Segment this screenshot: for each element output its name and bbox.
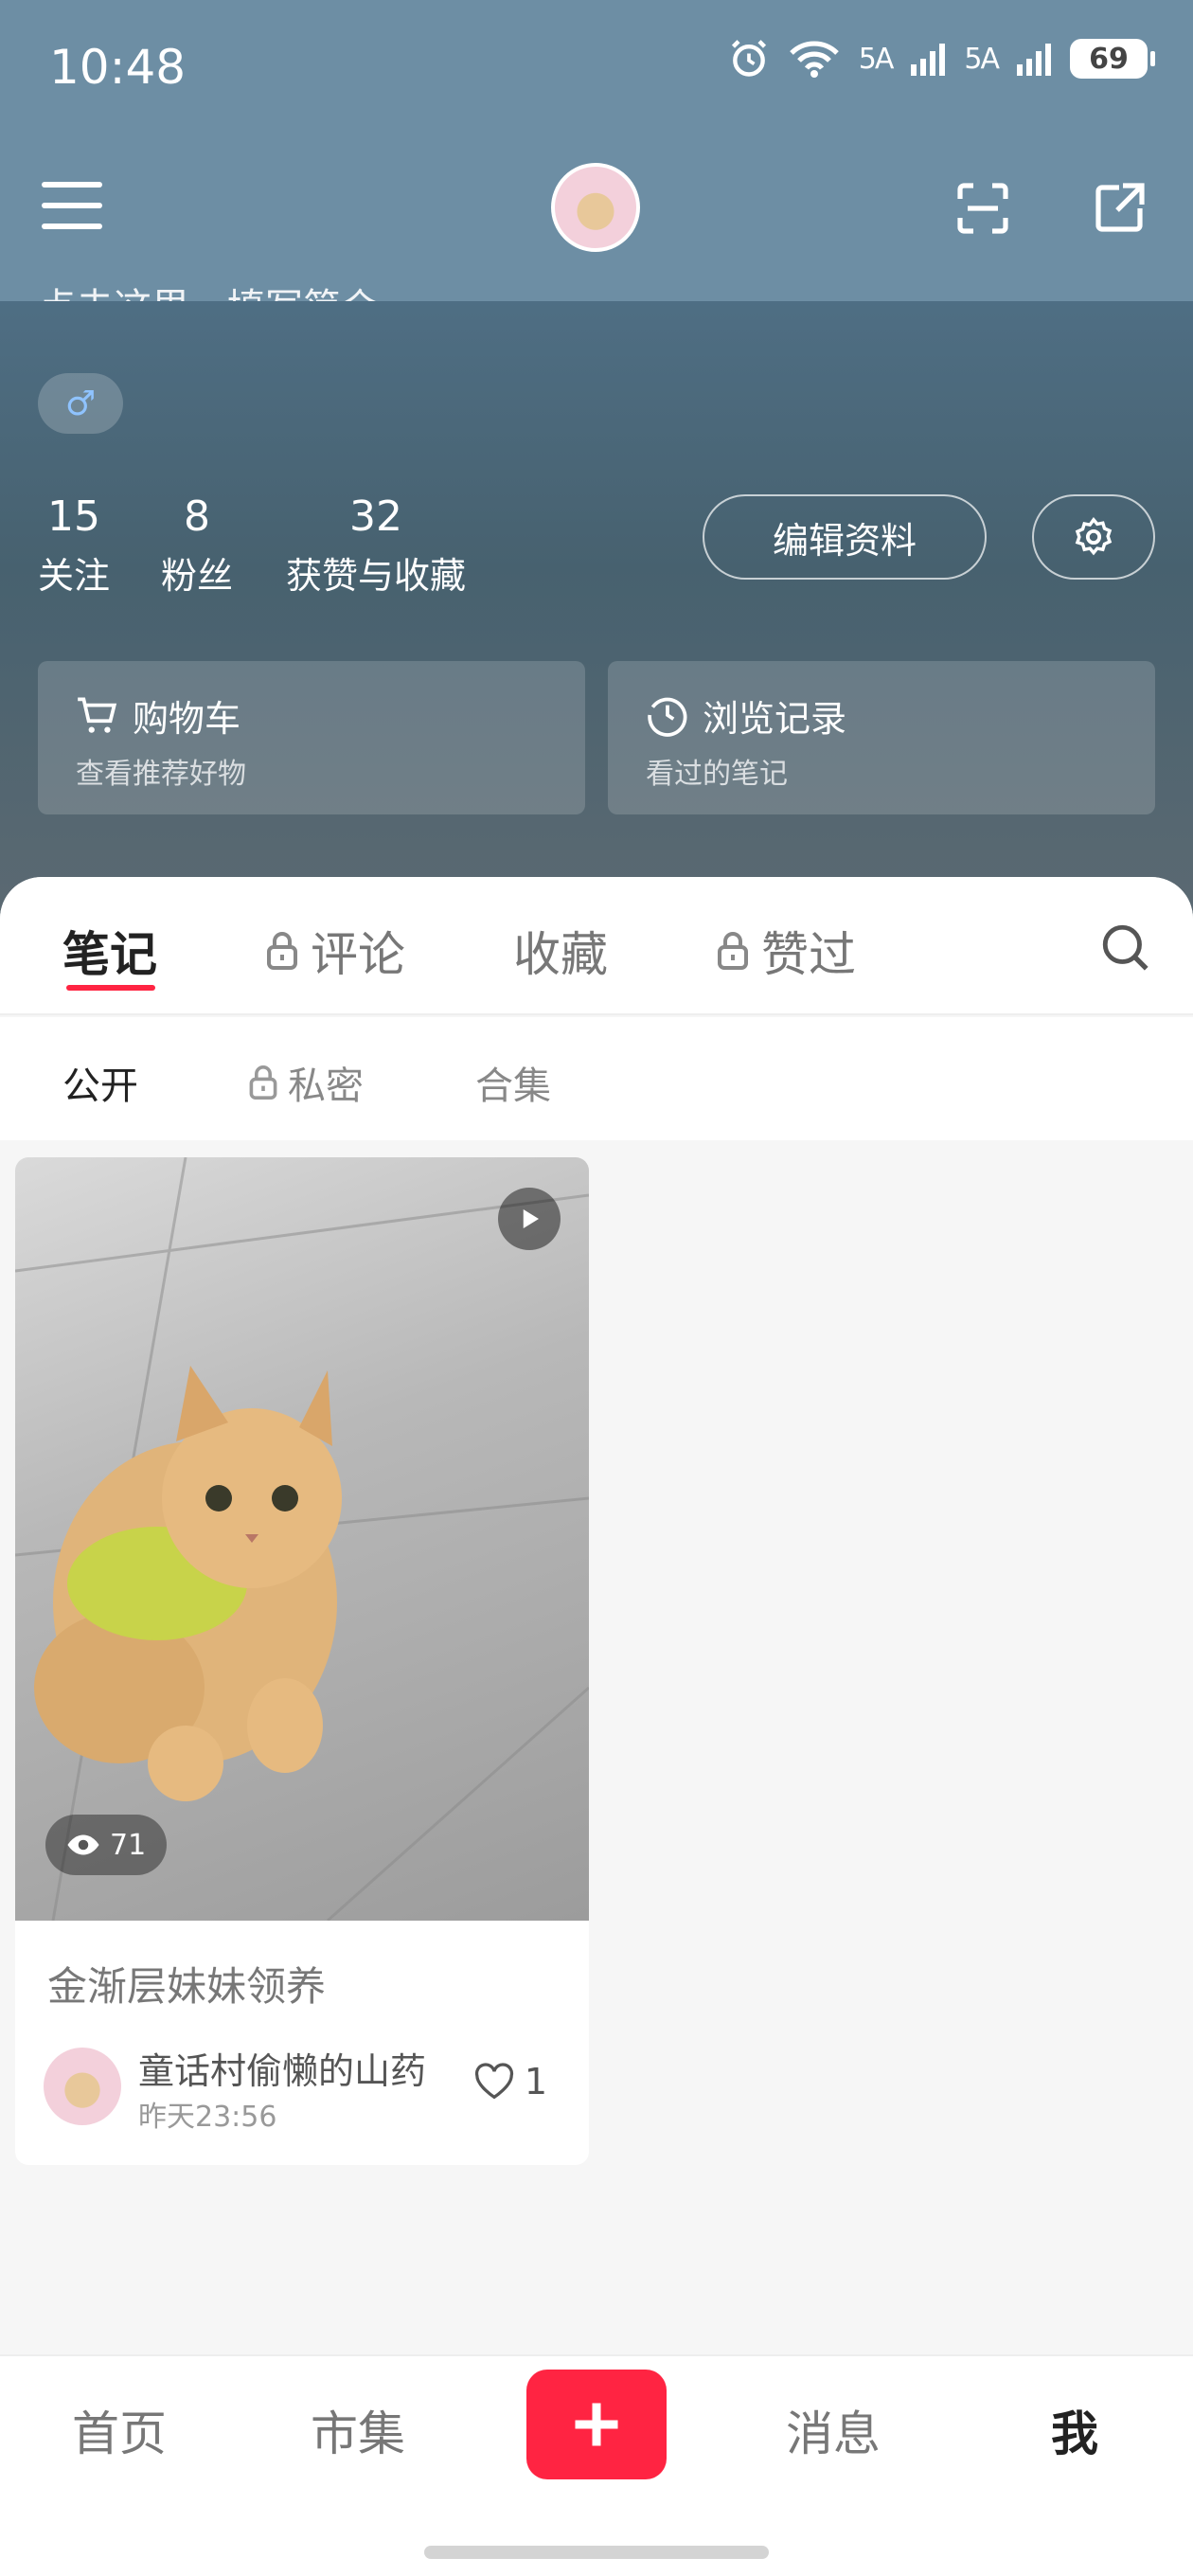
stat-following[interactable]: 15 关注	[38, 492, 110, 599]
view-count: 71	[110, 1828, 147, 1862]
nav-market[interactable]: 市集	[311, 2396, 405, 2464]
note-timestamp: 昨天23:56	[138, 2101, 277, 2134]
tab-collections[interactable]: 收藏	[513, 917, 608, 985]
gear-icon	[1075, 516, 1113, 556]
edit-profile-button[interactable]: 编辑资料	[703, 494, 987, 580]
stat-label: 关注	[38, 555, 111, 597]
tab-liked[interactable]: 赞过	[714, 917, 856, 985]
bottom-navigation: 首页 市集 消息 我	[0, 2354, 1193, 2576]
note-title: 金渐层妹妹领养	[47, 1963, 327, 2010]
status-icons: 5A 5A 69	[728, 38, 1155, 80]
stat-number: 15	[47, 492, 100, 541]
lock-icon	[267, 932, 297, 970]
subtab-public[interactable]: 公开	[62, 1055, 138, 1110]
note-card[interactable]: 71 金渐层妹妹领养 童话村偷懒的山药 昨天23:56 1	[15, 1157, 589, 2165]
subtab-label: 合集	[475, 1064, 551, 1108]
card-subtitle: 看过的笔记	[646, 758, 788, 791]
like-button[interactable]: 1	[473, 2061, 547, 2102]
gender-badge: ♂	[38, 373, 123, 434]
cat-photo	[15, 1157, 589, 1921]
signal-bars-icon	[911, 44, 946, 76]
card-subtitle: 查看推荐好物	[76, 758, 246, 791]
subtab-private[interactable]: 私密	[246, 1055, 364, 1110]
main-tabs: 笔记 评论 收藏 赞过	[0, 877, 1193, 1015]
eye-icon	[67, 1834, 99, 1855]
wifi-icon	[789, 41, 839, 78]
stat-number: 8	[184, 492, 210, 541]
card-title: 浏览记录	[703, 698, 847, 740]
stat-likes-collects[interactable]: 32 获赞与收藏	[286, 492, 466, 599]
settings-button[interactable]	[1032, 494, 1155, 580]
shopping-cart-card[interactable]: 购物车 查看推荐好物	[38, 661, 585, 814]
view-count-badge: 71	[45, 1815, 168, 1875]
stat-label: 粉丝	[161, 555, 234, 597]
like-count: 1	[524, 2061, 547, 2102]
sub-tabs: 公开 私密 合集	[0, 1017, 1193, 1140]
alarm-icon	[731, 40, 766, 77]
tab-comments[interactable]: 评论	[263, 917, 405, 985]
history-clock-icon	[648, 697, 687, 737]
share-icon[interactable]	[1089, 178, 1149, 239]
card-title: 购物车	[133, 698, 241, 740]
signal-bars-icon	[1017, 44, 1051, 76]
subtab-albums[interactable]: 合集	[475, 1055, 551, 1110]
create-post-button[interactable]	[526, 2370, 667, 2479]
lock-icon	[249, 1065, 277, 1100]
status-bar: 10:48 5A 5A 69	[0, 0, 1193, 142]
active-tab-indicator	[66, 985, 155, 991]
subtab-label: 私密	[288, 1064, 364, 1108]
menu-icon[interactable]	[42, 182, 102, 229]
plus-icon	[575, 2403, 618, 2446]
cart-icon	[78, 697, 117, 733]
subtab-label: 公开	[62, 1064, 138, 1108]
stat-followers[interactable]: 8 粉丝	[161, 492, 233, 599]
note-cover-image[interactable]: 71	[15, 1157, 589, 1921]
avatar[interactable]	[551, 163, 640, 252]
tab-label: 评论	[311, 927, 405, 982]
clock: 10:48	[49, 40, 187, 95]
tab-label: 笔记	[62, 927, 157, 982]
nav-messages[interactable]: 消息	[786, 2396, 881, 2464]
content-panel: 笔记 评论 收藏 赞过 公开 私密 合集 71 金渐层妹妹领养 童话村偷懒的山药…	[0, 877, 1193, 2354]
signal-label-1: 5A	[858, 42, 895, 76]
search-icon[interactable]	[1098, 921, 1153, 975]
play-icon	[523, 1209, 539, 1228]
heart-icon	[474, 2063, 513, 2100]
scan-icon[interactable]	[953, 178, 1013, 239]
lock-icon	[718, 932, 748, 970]
author-avatar[interactable]	[44, 2048, 121, 2125]
tab-notes[interactable]: 笔记	[62, 917, 157, 985]
tab-label: 收藏	[513, 927, 608, 982]
stat-number: 32	[349, 492, 402, 541]
battery-indicator: 69	[1070, 39, 1155, 79]
nav-me[interactable]: 我	[1051, 2396, 1098, 2464]
signal-label-2: 5A	[964, 42, 1000, 76]
home-indicator	[424, 2546, 769, 2559]
stat-label: 获赞与收藏	[286, 555, 467, 597]
author-name[interactable]: 童话村偷懒的山药	[138, 2042, 426, 2094]
nav-home[interactable]: 首页	[72, 2396, 167, 2464]
tab-label: 赞过	[761, 927, 856, 982]
video-play-badge	[498, 1188, 561, 1250]
browsing-history-card[interactable]: 浏览记录 看过的笔记	[608, 661, 1155, 814]
